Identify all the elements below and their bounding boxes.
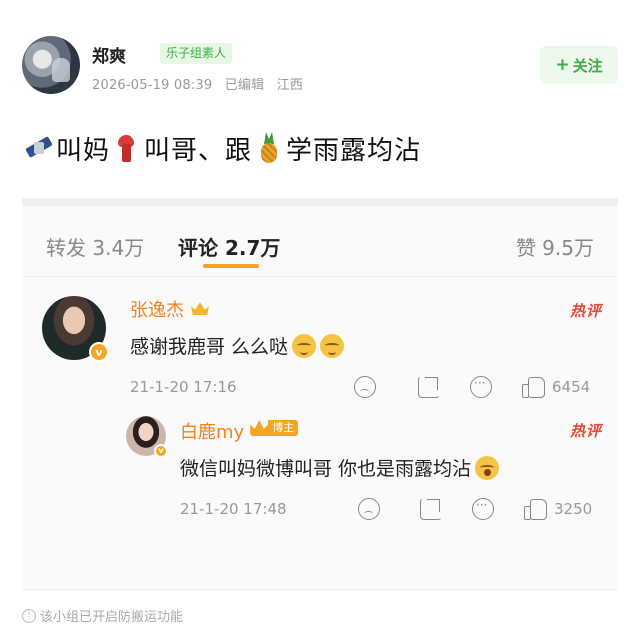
pineapple-icon — [254, 132, 284, 164]
commenter-avatar[interactable]: v — [126, 416, 168, 458]
hot-comment-badge: 热评 — [569, 302, 602, 320]
blogger-badge: 博主 — [250, 419, 299, 437]
author-avatar[interactable] — [22, 36, 80, 94]
commenter-name[interactable]: 张逸杰 — [130, 296, 210, 322]
post-date: 2026-05-19 08:39 — [92, 78, 213, 93]
notice-text: 该小组已开启防搬运功能 — [40, 610, 184, 625]
like-count: 3250 — [554, 500, 593, 518]
like-icon[interactable] — [524, 498, 547, 520]
post-location: 江西 — [276, 78, 304, 93]
comment-time: 21-1-20 17:48 — [180, 500, 287, 518]
commenter-name[interactable]: 白鹿my 博主 — [180, 418, 299, 444]
dislike-icon[interactable] — [358, 498, 380, 520]
blush-face-icon — [292, 333, 317, 358]
comment-footer: 21-1-20 17:16 6454 — [130, 376, 602, 398]
group-badge[interactable]: 乐子组素人 — [160, 43, 233, 64]
like-icon[interactable] — [522, 376, 545, 398]
share-icon[interactable] — [420, 498, 442, 520]
dislike-icon[interactable] — [354, 376, 376, 398]
post-text: 叫妈 叫哥、跟 学雨露均沾 — [22, 128, 421, 168]
comment-time: 21-1-20 17:16 — [130, 378, 237, 396]
post-text-segment: 叫哥、跟 — [144, 135, 253, 166]
blogger-badge-label: 博主 — [268, 420, 299, 436]
active-tab-indicator — [203, 264, 259, 268]
verified-icon: v — [154, 444, 168, 458]
tab-repost[interactable]: 转发 3.4万 — [46, 232, 144, 261]
verified-icon: v — [89, 342, 109, 362]
hot-comment-badge: 热评 — [569, 422, 602, 440]
comment-text: 微信叫妈微博叫哥 你也是雨露均沾 — [180, 454, 500, 481]
yawn-face-icon — [475, 455, 500, 480]
tab-comment[interactable]: 评论 2.7万 — [178, 232, 280, 261]
comment-text-content: 微信叫妈微博叫哥 你也是雨露均沾 — [180, 458, 472, 480]
comment-card: 转发 3.4万 评论 2.7万 赞 9.5万 v 张逸杰 热评 感谢我鹿哥 么么… — [22, 198, 618, 590]
comment-text-content: 感谢我鹿哥 么么哒 — [130, 336, 289, 358]
comment-text: 感谢我鹿哥 么么哒 — [130, 332, 345, 359]
scarf-icon — [112, 132, 142, 164]
divider — [22, 276, 618, 277]
comment-footer: 21-1-20 17:48 3250 — [180, 498, 602, 520]
commenter-name-text: 白鹿my — [180, 422, 245, 443]
tab-like[interactable]: 赞 9.5万 — [516, 232, 594, 261]
commenter-avatar[interactable]: v — [42, 296, 109, 362]
post-text-segment: 叫妈 — [56, 135, 111, 166]
reply-item: v 白鹿my 博主 热评 微信叫妈微博叫哥 你也是雨露均沾 21-1-20 17:… — [126, 412, 602, 522]
plus-icon: + — [555, 55, 570, 75]
info-icon: ! — [22, 608, 36, 623]
blush-face-icon — [320, 333, 345, 358]
share-icon[interactable] — [418, 376, 440, 398]
post-meta: 2026-05-19 08:39 已编辑 江西 — [92, 74, 311, 93]
commenter-name-text: 张逸杰 — [130, 300, 184, 321]
crown-icon — [250, 420, 269, 436]
post-header: 郑爽 乐子组素人 2026-05-19 08:39 已编辑 江西 + 关注 — [22, 34, 618, 94]
stats-bar: 转发 3.4万 评论 2.7万 赞 9.5万 — [22, 206, 618, 278]
follow-button[interactable]: + 关注 — [540, 46, 618, 84]
follow-label: 关注 — [572, 56, 603, 75]
crown-icon — [190, 301, 210, 317]
reply-icon[interactable] — [472, 498, 494, 520]
comment-item: v 张逸杰 热评 感谢我鹿哥 么么哒 21-1-20 17:16 6454 — [42, 292, 602, 402]
reply-icon[interactable] — [470, 376, 492, 398]
post-text-segment: 学雨露均沾 — [286, 135, 422, 166]
like-count: 6454 — [552, 378, 591, 396]
edited-label: 已编辑 — [224, 78, 265, 93]
author-name[interactable]: 郑爽 — [92, 42, 126, 67]
satellite-icon — [24, 132, 54, 164]
anti-repost-notice: ! 该小组已开启防搬运功能 — [22, 606, 183, 625]
